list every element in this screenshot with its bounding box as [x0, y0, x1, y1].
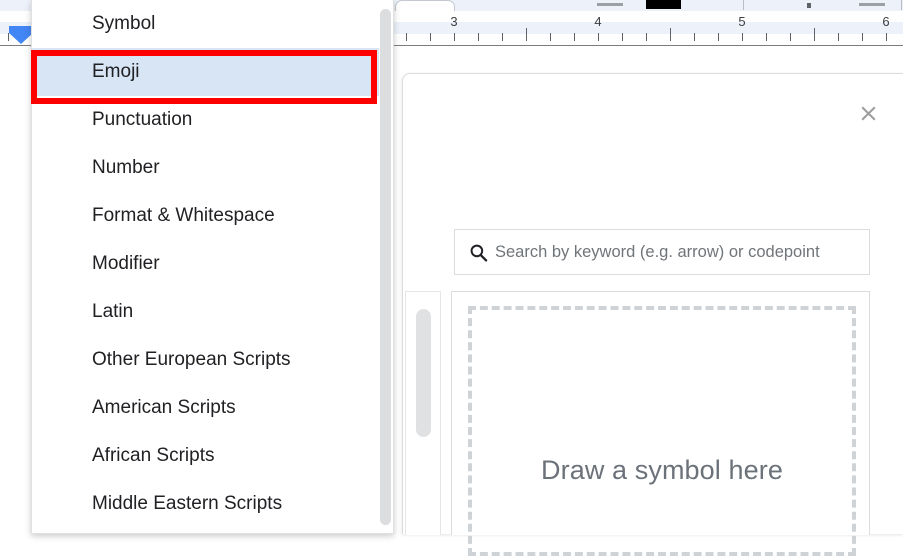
left-indent-marker-icon[interactable] — [9, 26, 33, 45]
ruler-label-3: 3 — [450, 14, 458, 29]
search-icon — [468, 242, 488, 262]
category-item-emoji[interactable]: Emoji — [32, 48, 393, 96]
category-item-format-whitespace[interactable]: Format & Whitespace — [32, 192, 393, 240]
dropdown-scrollbar-track[interactable] — [379, 0, 393, 533]
dropdown-scrollbar-thumb[interactable] — [380, 9, 391, 525]
indent-marker-bar — [9, 26, 33, 33]
toolbar-line-fragment-2[interactable] — [859, 3, 885, 6]
category-dropdown-menu[interactable]: Symbol Emoji Punctuation Number Format &… — [31, 0, 394, 534]
category-item-modifier[interactable]: Modifier — [32, 240, 393, 288]
ruler-label-6: 6 — [882, 14, 890, 29]
search-results-scroll-region[interactable] — [405, 291, 441, 535]
toolbar-separator-2 — [901, 0, 902, 10]
category-item-latin[interactable]: Latin — [32, 288, 393, 336]
close-icon[interactable] — [855, 100, 881, 126]
draw-symbol-placeholder: Draw a symbol here — [541, 455, 783, 485]
category-item-symbol[interactable]: Symbol — [32, 0, 393, 48]
toolbar-line-fragment-1[interactable] — [597, 3, 623, 6]
draw-symbol-canvas[interactable]: Draw a symbol here — [468, 306, 856, 556]
ruler-label-4: 4 — [594, 14, 602, 29]
category-item-number[interactable]: Number — [32, 144, 393, 192]
toolbar-block-fragment[interactable] — [646, 0, 681, 9]
toolbar-rounded-control[interactable] — [395, 0, 455, 11]
category-item-african-scripts[interactable]: African Scripts — [32, 432, 393, 480]
special-characters-dialog: Draw a symbol here — [402, 73, 903, 556]
search-field[interactable] — [454, 229, 870, 275]
results-scrollbar-thumb[interactable] — [416, 309, 431, 437]
ruler-label-5: 5 — [738, 14, 746, 29]
category-list: Symbol Emoji Punctuation Number Format &… — [32, 0, 393, 528]
indent-marker-triangle — [9, 33, 33, 44]
category-item-middle-eastern-scripts[interactable]: Middle Eastern Scripts — [32, 480, 393, 528]
toolbar-dot-fragment[interactable] — [807, 3, 811, 8]
search-input[interactable] — [488, 230, 869, 274]
category-item-punctuation[interactable]: Punctuation — [32, 96, 393, 144]
category-item-american-scripts[interactable]: American Scripts — [32, 384, 393, 432]
toolbar-separator-1 — [743, 0, 744, 10]
draw-symbol-panel: Draw a symbol here — [451, 291, 870, 556]
category-item-other-european-scripts[interactable]: Other European Scripts — [32, 336, 393, 384]
